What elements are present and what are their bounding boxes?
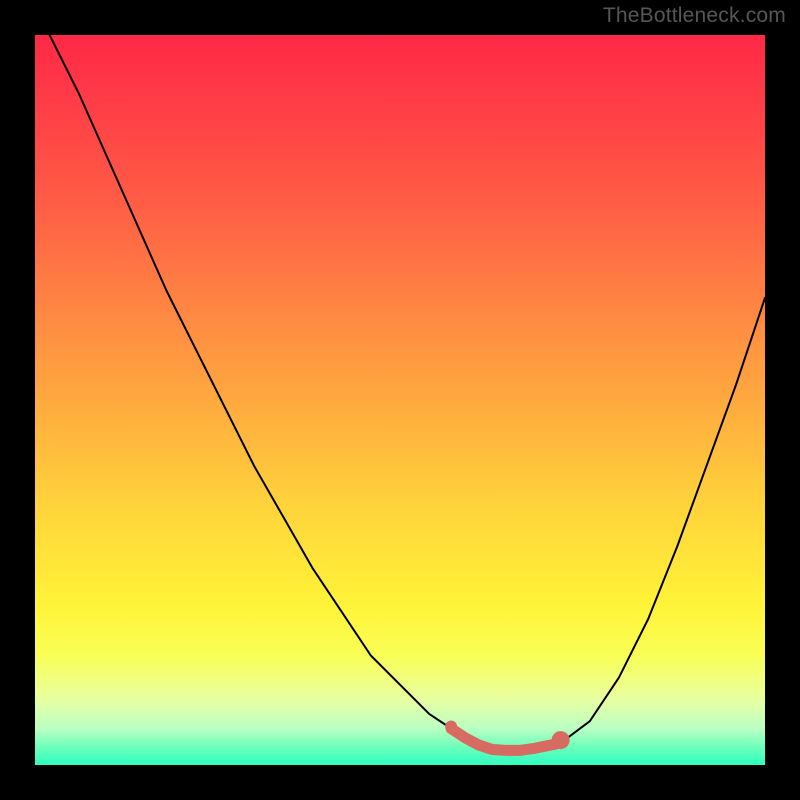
chart-frame: TheBottleneck.com [0, 0, 800, 800]
attribution-text: TheBottleneck.com [603, 4, 786, 28]
plot-area [35, 35, 765, 765]
optimal-range-band [451, 729, 560, 751]
optimal-point-dot [445, 721, 457, 733]
optimal-range-endcap [552, 731, 570, 749]
bottleneck-curve [50, 35, 765, 750]
curve-svg [35, 35, 765, 765]
